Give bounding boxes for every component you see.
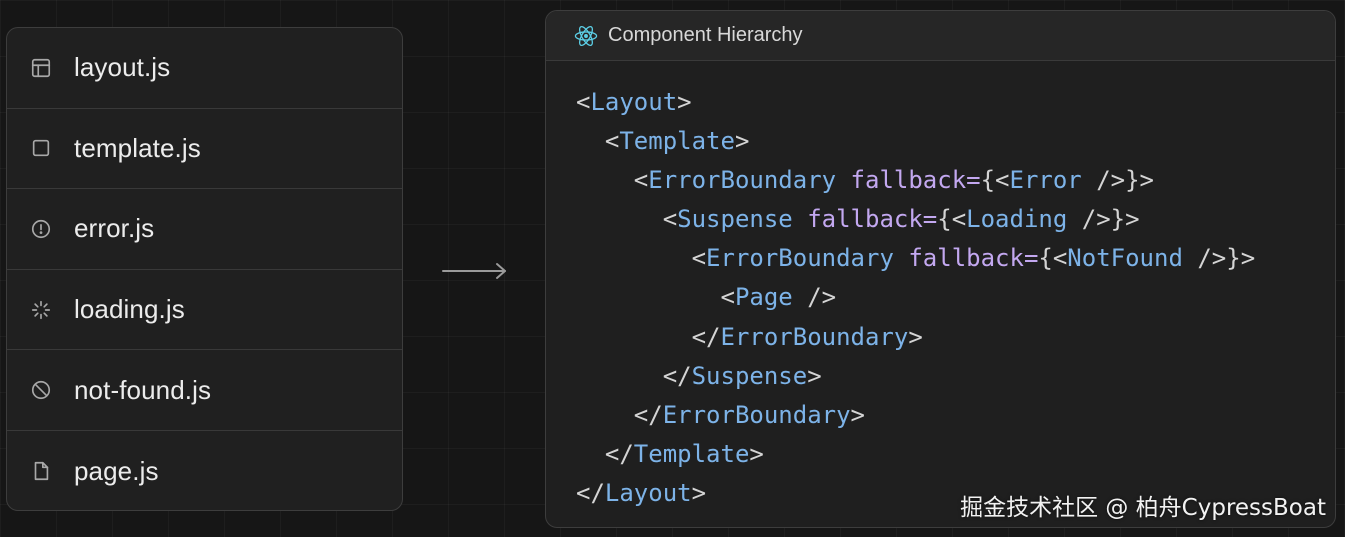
code-token-punct <box>894 244 908 272</box>
code-line: <ErrorBoundary fallback={<Error />}> <box>576 161 1255 200</box>
code-token-punct: />}> <box>1081 166 1154 195</box>
code-line: </Template> <box>576 435 1255 474</box>
code-token-attr: fallback= <box>850 166 981 195</box>
code-token-punct: {< <box>980 166 1010 195</box>
code-token-tag: Template <box>619 127 735 156</box>
code-token-punct: > <box>734 127 750 156</box>
code-token-tag: Layout <box>590 88 678 116</box>
code-token-attr: fallback= <box>908 244 1039 273</box>
file-name: layout.js <box>74 52 171 83</box>
code-line: <Page /> <box>576 278 1255 317</box>
code-token-tag: ErrorBoundary <box>648 166 837 195</box>
file-row-template[interactable]: template.js <box>7 109 402 190</box>
file-row-not-found[interactable]: not-found.js <box>7 350 402 431</box>
code-token-tag: NotFound <box>1067 244 1183 273</box>
code-token-punct <box>793 205 807 233</box>
code-line: </Suspense> <box>576 357 1255 396</box>
code-line: <ErrorBoundary fallback={<NotFound />}> <box>576 239 1256 278</box>
code-token-punct <box>836 166 850 194</box>
code-token-punct: > <box>908 322 923 351</box>
code-token-punct: /> <box>792 283 837 312</box>
file-row-layout[interactable]: layout.js <box>7 28 402 109</box>
template-icon <box>30 137 52 159</box>
code-token-tag: ErrorBoundary <box>720 322 909 351</box>
code-token-punct: < <box>576 166 649 195</box>
code-token-punct: > <box>749 439 764 468</box>
code-line: </ErrorBoundary> <box>576 396 1255 435</box>
file-name: loading.js <box>74 294 185 325</box>
file-row-error[interactable]: error.js <box>7 189 402 270</box>
file-list-panel: layout.js template.js error.js loading.j… <box>6 27 403 511</box>
file-icon <box>30 460 52 482</box>
code-token-punct: > <box>807 361 822 390</box>
react-icon <box>574 25 598 46</box>
file-row-loading[interactable]: loading.js <box>7 270 402 351</box>
code-token-tag: ErrorBoundary <box>662 400 851 429</box>
code-line: <Template> <box>576 122 1255 161</box>
code-token-tag: Suspense <box>677 205 793 234</box>
watermark: 掘金技术社区 @ 柏舟CypressBoat <box>960 495 1326 521</box>
file-name: error.js <box>74 213 155 244</box>
file-name: not-found.js <box>74 374 212 405</box>
code-token-punct: > <box>677 88 692 116</box>
code-token-tag: Error <box>1009 166 1082 195</box>
code-token-tag: ErrorBoundary <box>706 244 894 273</box>
code-token-punct: </ <box>576 400 663 429</box>
spinner-icon <box>30 299 52 321</box>
code-token-tag: Template <box>633 439 750 468</box>
right-arrow-icon <box>442 263 506 279</box>
code-token-punct: > <box>850 400 865 429</box>
code-token-punct: </ <box>576 478 605 507</box>
file-name: page.js <box>74 455 159 486</box>
file-row-page[interactable]: page.js <box>7 431 402 510</box>
code-line: <Suspense fallback={<Loading />}> <box>576 200 1255 239</box>
layout-icon <box>30 57 52 79</box>
code-block: <Layout> <Template> <ErrorBoundary fallb… <box>576 83 1255 513</box>
code-token-punct: < <box>576 283 735 312</box>
file-name: template.js <box>74 132 201 163</box>
code-token-punct: {< <box>937 205 967 234</box>
code-token-punct: < <box>576 127 620 156</box>
code-token-tag: Suspense <box>691 361 808 390</box>
code-line: </ErrorBoundary> <box>576 318 1255 357</box>
code-token-attr: fallback= <box>807 205 938 234</box>
code-token-punct: </ <box>576 322 721 351</box>
prohibited-icon <box>30 379 52 401</box>
code-token-tag: Loading <box>966 205 1068 234</box>
alert-circle-icon <box>30 218 52 240</box>
code-token-punct: < <box>576 88 591 116</box>
code-token-punct: />}> <box>1067 205 1140 234</box>
component-hierarchy-panel: Component Hierarchy <Layout> <Template> … <box>545 10 1336 528</box>
code-token-punct: </ <box>576 439 634 468</box>
panel-header: Component Hierarchy <box>546 11 1335 61</box>
code-token-punct: < <box>576 244 707 273</box>
panel-title: Component Hierarchy <box>608 24 803 46</box>
code-token-punct: </ <box>576 361 692 390</box>
code-token-tag: Page <box>734 283 793 312</box>
code-line: <Layout> <box>576 83 1255 122</box>
code-token-tag: Layout <box>604 478 692 507</box>
code-token-punct: />}> <box>1182 244 1256 273</box>
code-token-punct: > <box>691 478 707 507</box>
code-token-punct: < <box>576 205 678 234</box>
code-token-punct: {< <box>1038 244 1068 273</box>
